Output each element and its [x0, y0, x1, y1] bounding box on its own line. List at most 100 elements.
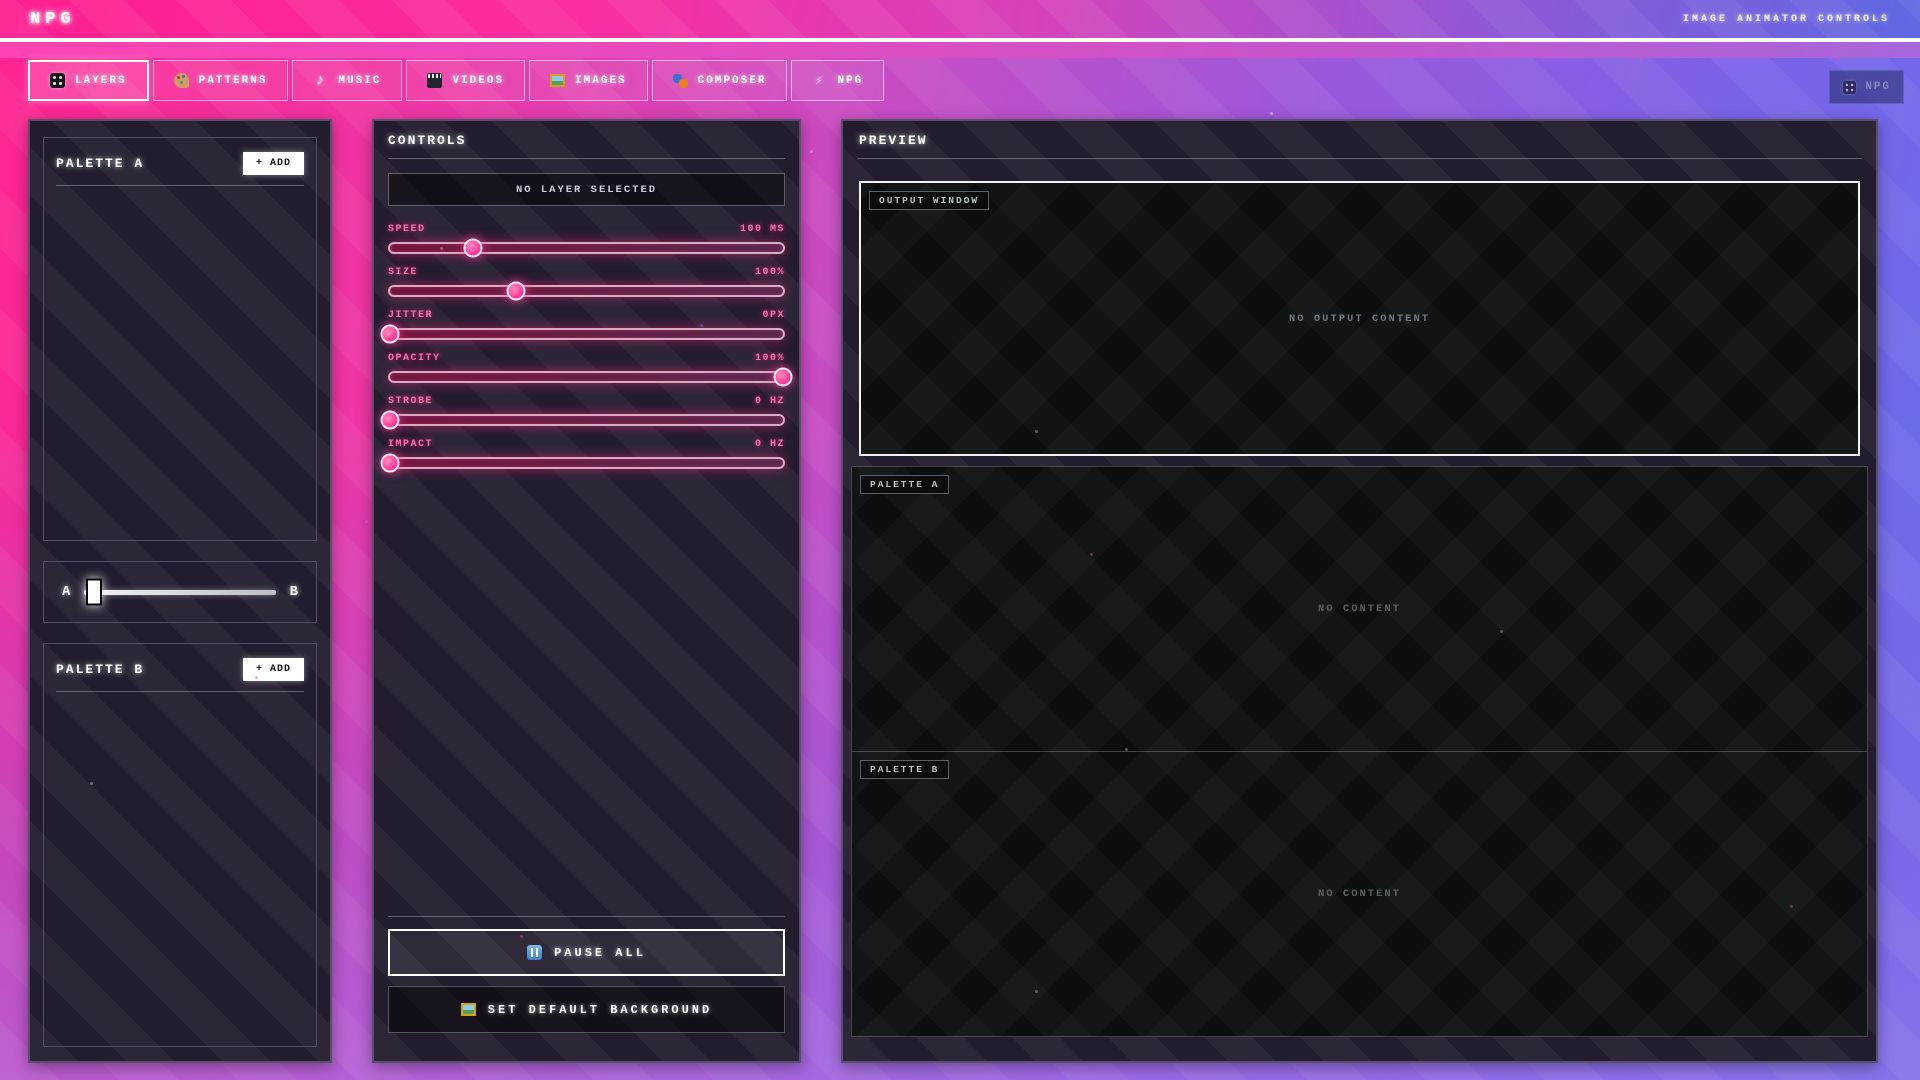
- no-layer-selected: NO LAYER SELECTED: [388, 173, 785, 206]
- pause-icon: [527, 945, 542, 960]
- slider-impact: IMPACT 0 HZ: [388, 439, 785, 469]
- preview-palette-b-empty-text: NO CONTENT: [1318, 888, 1401, 900]
- palettes-panel: PALETTE A + ADD A B PALETTE B + ADD: [28, 119, 332, 1063]
- output-window: OUTPUT WINDOW NO OUTPUT CONTENT: [859, 181, 1860, 456]
- slider-thumb[interactable]: [463, 239, 482, 258]
- slider-label: SIZE: [388, 267, 418, 278]
- accent-bar: [0, 42, 1920, 58]
- slider-track[interactable]: [388, 328, 785, 340]
- crossfade-label-a: A: [62, 584, 70, 600]
- slider-track[interactable]: [388, 371, 785, 383]
- slider-track[interactable]: [388, 242, 785, 254]
- slider-track[interactable]: [388, 414, 785, 426]
- preview-palette-b-tag: PALETTE B: [860, 760, 949, 779]
- tab-label: LAYERS: [75, 75, 127, 87]
- knobs-icon: [1843, 81, 1856, 94]
- palette-a-add-button[interactable]: + ADD: [243, 152, 304, 175]
- slider-value: 0 HZ: [755, 439, 785, 450]
- tab-label: VIDEOS: [452, 75, 504, 87]
- set-default-background-button[interactable]: SET DEFAULT BACKGROUND: [388, 986, 785, 1033]
- slider-label: STROBE: [388, 396, 433, 407]
- slider-group: SPEED 100 MS SIZE 100% JITTER 0PX OPACIT…: [388, 224, 785, 482]
- slider-thumb[interactable]: [381, 325, 400, 344]
- slider-thumb[interactable]: [381, 411, 400, 430]
- slider-thumb[interactable]: [381, 454, 400, 473]
- tab-bar: LAYERS PATTERNS MUSIC VIDEOS IMAGES COMP…: [0, 58, 1920, 101]
- slider-value: 100%: [755, 353, 785, 364]
- slider-head: STROBE 0 HZ: [388, 396, 785, 407]
- slider-label: JITTER: [388, 310, 433, 321]
- slider-head: OPACITY 100%: [388, 353, 785, 364]
- slider-jitter: JITTER 0PX: [388, 310, 785, 340]
- crossfade-track[interactable]: [84, 590, 275, 595]
- clapper-icon: [427, 73, 442, 88]
- output-window-tag: OUTPUT WINDOW: [869, 191, 989, 210]
- preview-palette-a: PALETTE A NO CONTENT: [851, 466, 1868, 752]
- tab-composer[interactable]: COMPOSER: [652, 60, 788, 101]
- tab-label: IMAGES: [575, 75, 627, 87]
- tab-music[interactable]: MUSIC: [292, 60, 402, 101]
- slider-label: OPACITY: [388, 353, 441, 364]
- section-divider: [56, 185, 304, 186]
- bolt-icon: [812, 73, 827, 88]
- crossfade-label-b: B: [290, 584, 298, 600]
- spacer: [388, 482, 785, 906]
- controls-panel: CONTROLS NO LAYER SELECTED SPEED 100 MS …: [372, 119, 801, 1063]
- controls-divider: [388, 158, 785, 159]
- preview-panel: PREVIEW OUTPUT WINDOW NO OUTPUT CONTENT …: [841, 119, 1878, 1063]
- npg-overlay-button[interactable]: NPG: [1829, 70, 1904, 104]
- slider-head: IMPACT 0 HZ: [388, 439, 785, 450]
- masks-icon: [673, 73, 688, 88]
- slider-thumb[interactable]: [506, 282, 525, 301]
- header-title: IMAGE ANIMATOR CONTROLS: [1683, 14, 1890, 25]
- pause-all-button[interactable]: PAUSE ALL: [388, 929, 785, 976]
- set-default-background-label: SET DEFAULT BACKGROUND: [488, 1003, 712, 1017]
- tab-layers[interactable]: LAYERS: [28, 60, 149, 101]
- slider-value: 100%: [755, 267, 785, 278]
- pause-all-label: PAUSE ALL: [554, 946, 646, 960]
- palette-a-header: PALETTE A + ADD: [54, 148, 306, 185]
- music-icon: [313, 73, 328, 88]
- tab-patterns[interactable]: PATTERNS: [153, 60, 289, 101]
- palette-b-add-button[interactable]: + ADD: [243, 658, 304, 681]
- main-content: PALETTE A + ADD A B PALETTE B + ADD: [28, 119, 1878, 1063]
- palette-a-list[interactable]: [54, 194, 306, 528]
- crossfade-control: A B: [43, 561, 317, 623]
- tab-videos[interactable]: VIDEOS: [406, 60, 525, 101]
- tab-label: COMPOSER: [698, 75, 767, 87]
- tab-label: PATTERNS: [199, 75, 268, 87]
- tab-label: MUSIC: [338, 75, 381, 87]
- section-divider: [56, 691, 304, 692]
- palette-b-list[interactable]: [54, 700, 306, 1034]
- slider-head: SPEED 100 MS: [388, 224, 785, 235]
- controls-title: CONTROLS: [388, 133, 785, 148]
- knobs-icon: [50, 73, 65, 88]
- crossfade-thumb[interactable]: [86, 579, 102, 606]
- preview-title: PREVIEW: [859, 133, 1870, 148]
- palette-icon: [174, 73, 189, 88]
- slider-label: IMPACT: [388, 439, 433, 450]
- slider-strobe: STROBE 0 HZ: [388, 396, 785, 426]
- preview-palette-a-tag: PALETTE A: [860, 475, 949, 494]
- tab-npg[interactable]: NPG: [791, 60, 884, 101]
- slider-track[interactable]: [388, 457, 785, 469]
- tab-images[interactable]: IMAGES: [529, 60, 648, 101]
- tab-label: NPG: [837, 75, 863, 87]
- slider-thumb[interactable]: [774, 368, 793, 387]
- slider-size: SIZE 100%: [388, 267, 785, 297]
- palette-a-title: PALETTE A: [56, 156, 144, 171]
- palette-b-section: PALETTE B + ADD: [43, 643, 317, 1047]
- preview-stack: OUTPUT WINDOW NO OUTPUT CONTENT PALETTE …: [851, 181, 1868, 1037]
- npg-overlay-label: NPG: [1865, 81, 1891, 93]
- slider-label: SPEED: [388, 224, 426, 235]
- preview-divider: [857, 158, 1862, 159]
- slider-track[interactable]: [388, 285, 785, 297]
- buttons-divider: [388, 916, 785, 917]
- preview-palette-b: PALETTE B NO CONTENT: [851, 751, 1868, 1037]
- palette-b-title: PALETTE B: [56, 662, 144, 677]
- preview-palette-a-empty-text: NO CONTENT: [1318, 603, 1401, 615]
- framed-picture-icon: [461, 1003, 476, 1016]
- slider-opacity: OPACITY 100%: [388, 353, 785, 383]
- slider-head: SIZE 100%: [388, 267, 785, 278]
- palette-b-header: PALETTE B + ADD: [54, 654, 306, 691]
